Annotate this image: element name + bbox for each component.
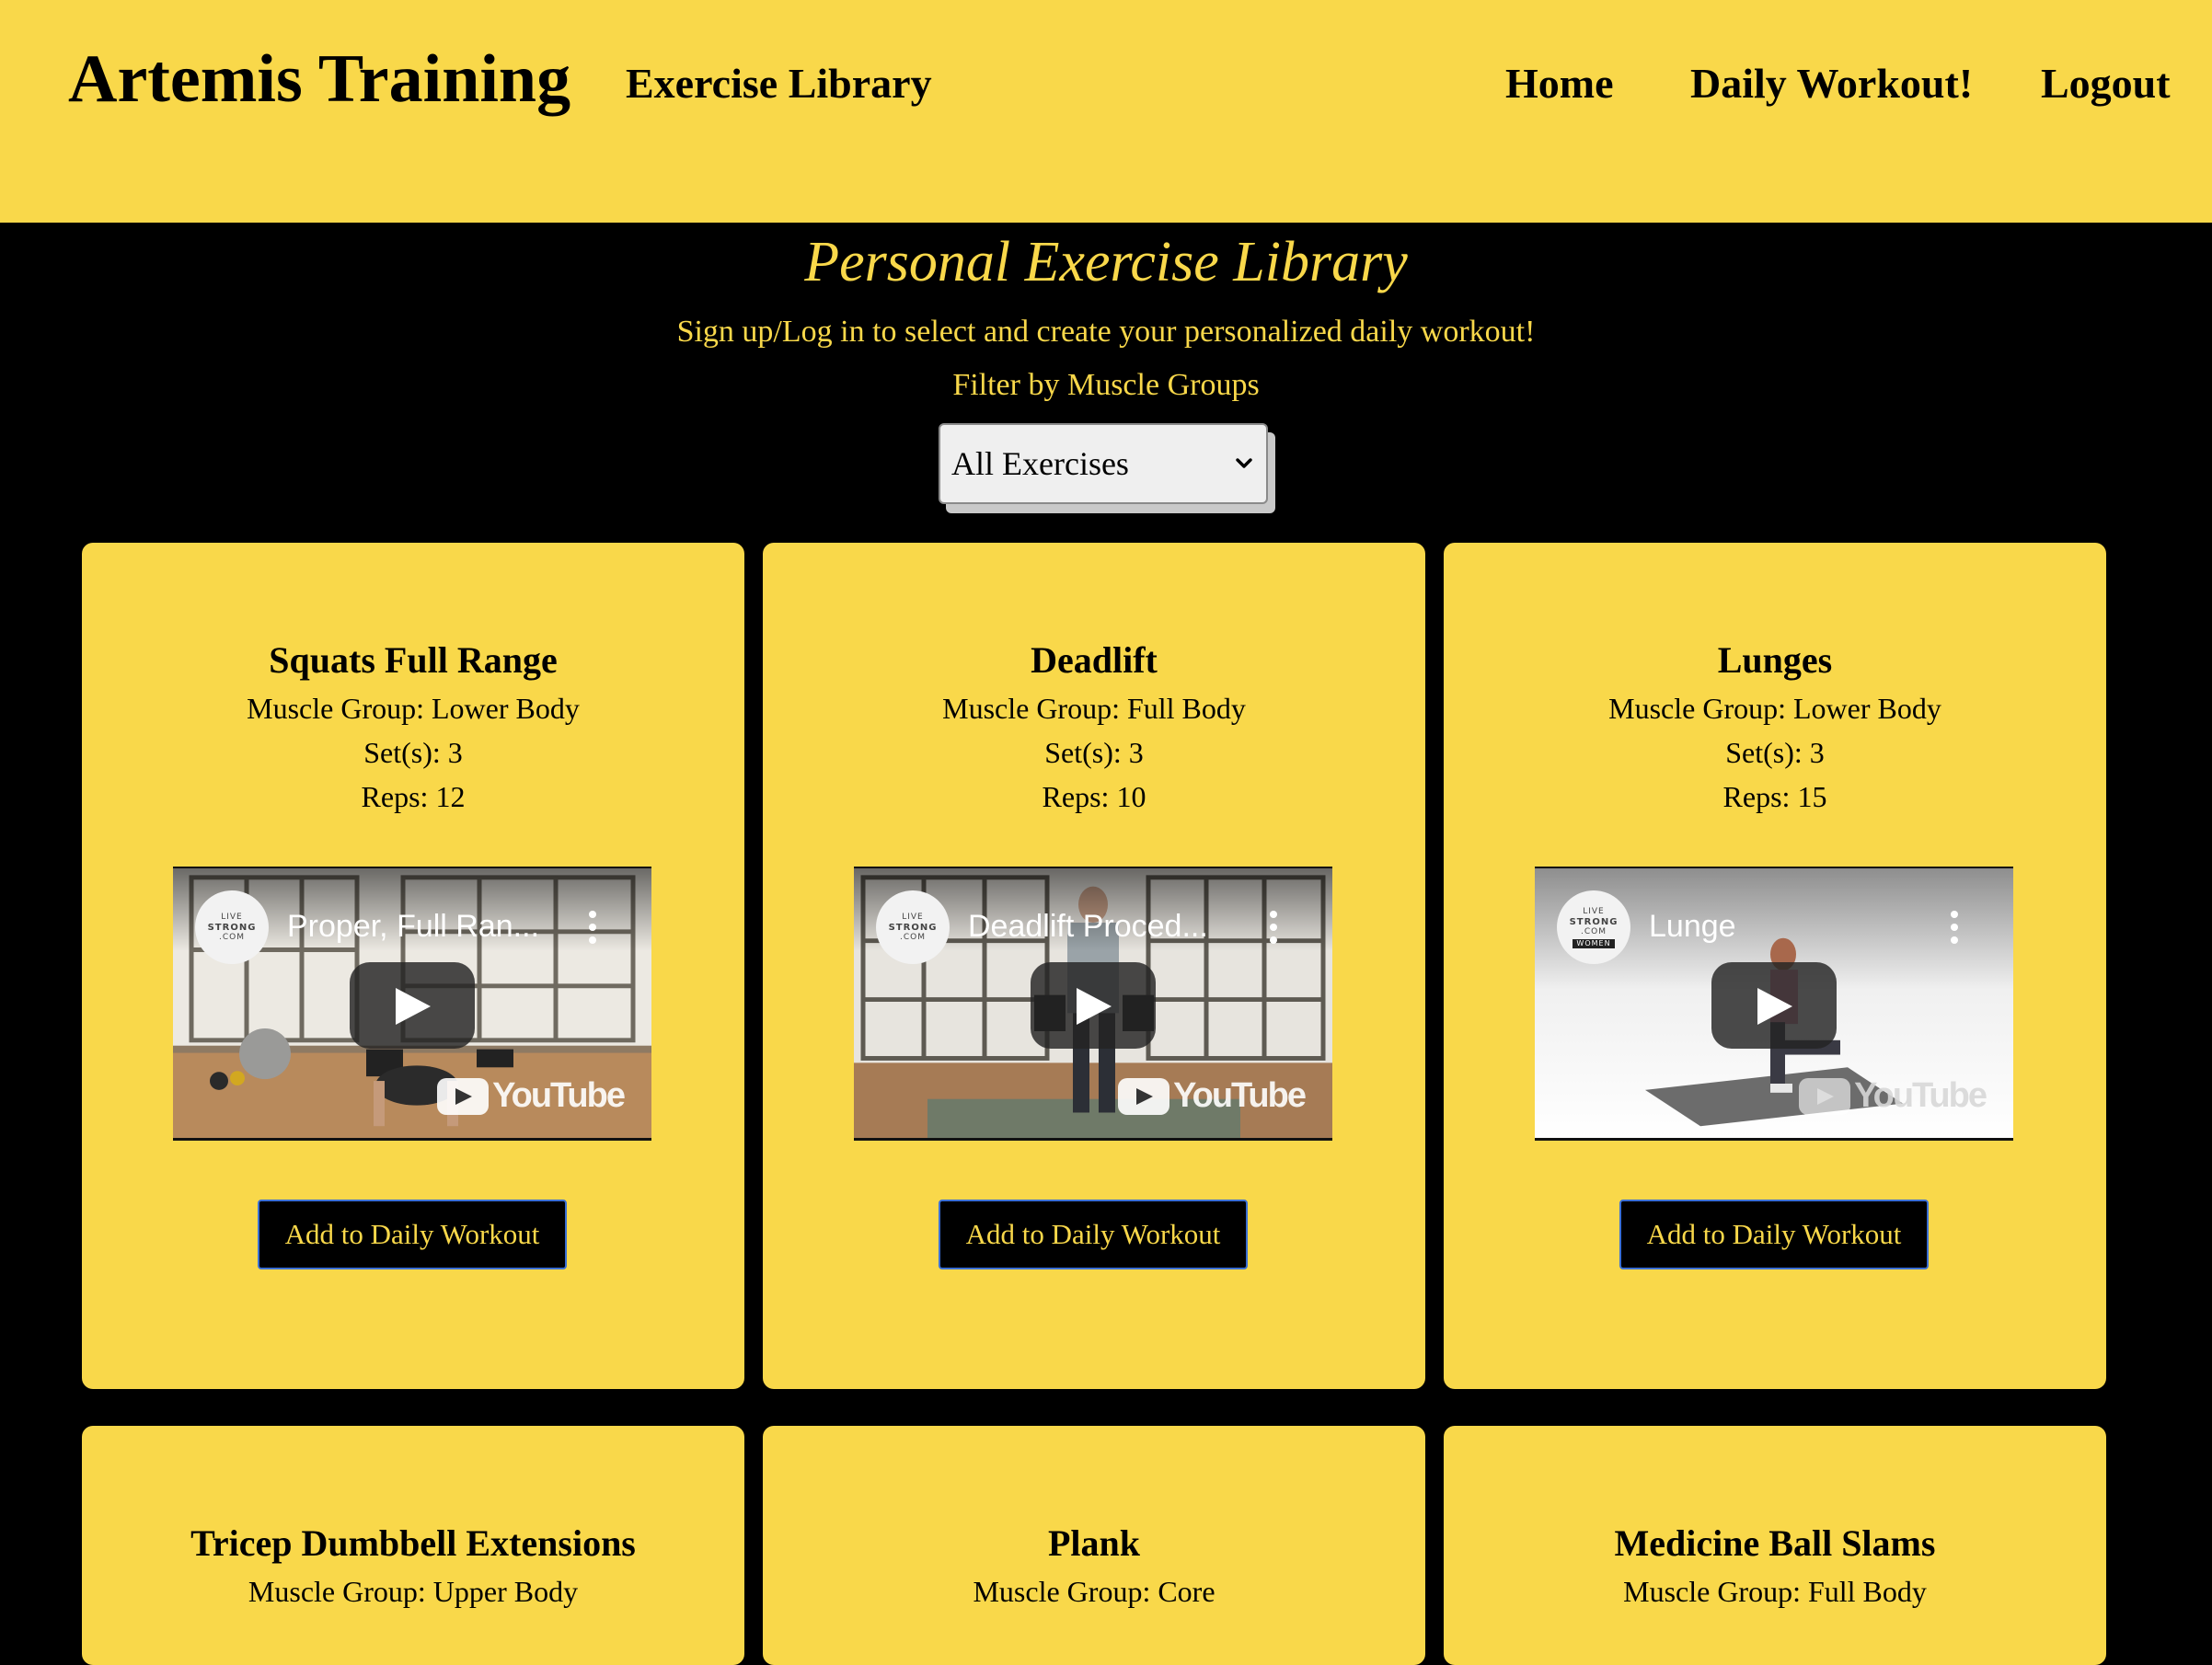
exercise-title: Deadlift bbox=[1031, 639, 1158, 681]
video-title: Proper, Full Ran... bbox=[287, 909, 540, 944]
exercise-title: Plank bbox=[1047, 1522, 1141, 1564]
livestrong-logo-icon: LIVE STRONG .COM WOMEN bbox=[1557, 890, 1630, 964]
filter-label: Filter by Muscle Groups bbox=[952, 368, 1260, 402]
add-to-daily-workout-button[interactable]: Add to Daily Workout bbox=[1619, 1200, 1929, 1269]
exercise-card: Medicine Ball Slams Muscle Group: Full B… bbox=[1444, 1426, 2106, 1665]
chevron-down-icon bbox=[1236, 458, 1252, 468]
top-nav-bar: Artemis Training Exercise Library Home D… bbox=[0, 0, 2212, 223]
more-vert-icon[interactable] bbox=[589, 911, 596, 944]
exercise-card: Tricep Dumbbell Extensions Muscle Group:… bbox=[82, 1426, 744, 1665]
exercise-card: Deadlift Muscle Group: Full Body Set(s):… bbox=[763, 543, 1425, 1389]
exercise-title: Tricep Dumbbell Extensions bbox=[190, 1522, 636, 1564]
exercise-muscle-group: Muscle Group: Full Body bbox=[942, 692, 1246, 725]
add-to-daily-workout-button[interactable]: Add to Daily Workout bbox=[258, 1200, 567, 1269]
exercise-video[interactable]: LIVE STRONG .COM Deadlift Proced... YouT… bbox=[854, 867, 1332, 1141]
youtube-logo-icon[interactable]: YouTube bbox=[1799, 1076, 1987, 1116]
play-button[interactable] bbox=[1711, 962, 1837, 1049]
exercise-video[interactable]: LIVE STRONG .COM Proper, Full Ran... You… bbox=[173, 867, 651, 1141]
muscle-group-select[interactable]: All Exercises bbox=[939, 423, 1268, 504]
exercise-muscle-group: Muscle Group: Upper Body bbox=[248, 1575, 579, 1608]
exercise-card: Lunges Muscle Group: Lower Body Set(s): … bbox=[1444, 543, 2106, 1389]
exercise-title: Medicine Ball Slams bbox=[1614, 1522, 1936, 1564]
exercise-sets: Set(s): 3 bbox=[1725, 736, 1825, 769]
exercise-reps: Reps: 15 bbox=[1722, 780, 1827, 813]
exercise-sets: Set(s): 3 bbox=[363, 736, 463, 769]
youtube-logo-icon[interactable]: YouTube bbox=[1118, 1076, 1307, 1116]
play-icon bbox=[1757, 988, 1792, 1025]
nav-exercise-library[interactable]: Exercise Library bbox=[626, 59, 932, 108]
exercise-title: Squats Full Range bbox=[269, 639, 558, 681]
play-button[interactable] bbox=[1031, 962, 1156, 1049]
nav-logout[interactable]: Logout bbox=[2041, 59, 2171, 108]
exercise-card: Plank Muscle Group: Core bbox=[763, 1426, 1425, 1665]
exercise-reps: Reps: 10 bbox=[1042, 780, 1146, 813]
play-icon bbox=[1077, 988, 1112, 1025]
video-title: Deadlift Proced... bbox=[968, 909, 1208, 944]
add-to-daily-workout-button[interactable]: Add to Daily Workout bbox=[939, 1200, 1248, 1269]
exercise-video[interactable]: LIVE STRONG .COM WOMEN Lunge YouTube bbox=[1535, 867, 2013, 1141]
livestrong-logo-icon: LIVE STRONG .COM bbox=[876, 890, 950, 964]
exercise-reps: Reps: 12 bbox=[361, 780, 466, 813]
exercise-title: Lunges bbox=[1717, 639, 1833, 681]
nav-daily-workout[interactable]: Daily Workout! bbox=[1690, 59, 1973, 108]
filter-selected-value: All Exercises bbox=[951, 445, 1129, 482]
exercise-muscle-group: Muscle Group: Lower Body bbox=[247, 692, 580, 725]
livestrong-logo-icon: LIVE STRONG .COM bbox=[195, 890, 269, 964]
more-vert-icon[interactable] bbox=[1951, 911, 1958, 944]
exercise-muscle-group: Muscle Group: Lower Body bbox=[1608, 692, 1941, 725]
youtube-logo-icon[interactable]: YouTube bbox=[437, 1076, 626, 1116]
more-vert-icon[interactable] bbox=[1270, 911, 1277, 944]
video-title: Lunge bbox=[1649, 909, 1736, 944]
page-title: Personal Exercise Library bbox=[804, 231, 1408, 293]
page-subtitle: Sign up/Log in to select and create your… bbox=[676, 315, 1536, 349]
filter-container: All Exercises bbox=[939, 423, 1275, 513]
brand-title[interactable]: Artemis Training bbox=[68, 40, 570, 119]
play-icon bbox=[396, 988, 431, 1025]
nav-home[interactable]: Home bbox=[1505, 59, 1614, 108]
exercise-sets: Set(s): 3 bbox=[1044, 736, 1144, 769]
exercise-muscle-group: Muscle Group: Core bbox=[973, 1575, 1215, 1608]
exercise-card: Squats Full Range Muscle Group: Lower Bo… bbox=[82, 543, 744, 1389]
exercise-muscle-group: Muscle Group: Full Body bbox=[1623, 1575, 1927, 1608]
play-button[interactable] bbox=[350, 962, 475, 1049]
